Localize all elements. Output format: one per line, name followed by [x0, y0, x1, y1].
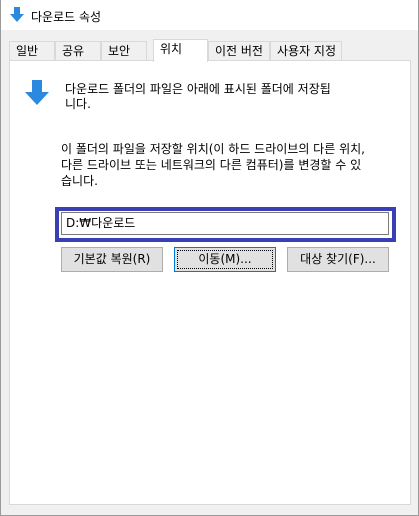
location-panel [9, 60, 411, 505]
download-arrow-icon [25, 80, 49, 105]
tab-sharing[interactable]: 공유 [55, 41, 101, 61]
tab-general[interactable]: 일반 [9, 41, 55, 61]
location-description: 다운로드 폴더의 파일은 아래에 표시된 폴더에 저장됩 니다. [65, 82, 365, 112]
change-text-line: 습니다. [61, 174, 98, 188]
tab-location[interactable]: 위치 [153, 39, 208, 62]
tab-previous-versions[interactable]: 이전 버전 [208, 41, 270, 61]
title-bar[interactable]: 다운로드 속성 [1, 0, 418, 30]
description-line: 니다. [65, 97, 91, 111]
folder-path-input[interactable]: D:₩다운로드 [61, 212, 389, 235]
restore-default-button[interactable]: 기본값 복원(R) [61, 247, 163, 272]
move-button[interactable]: 이동(M)... [174, 247, 276, 272]
properties-window: 다운로드 속성 일반 공유 보안 위치 이전 버전 사용자 지정 다운로드 폴더… [0, 0, 419, 516]
find-target-button[interactable]: 대상 찾기(F)... [287, 247, 389, 272]
description-line: 다운로드 폴더의 파일은 아래에 표시된 폴더에 저장됩 [65, 82, 331, 96]
tab-strip: 일반 공유 보안 위치 이전 버전 사용자 지정 [9, 39, 409, 62]
tab-security[interactable]: 보안 [101, 41, 147, 61]
change-location-text: 이 폴더의 파일을 저장할 위치(이 하드 드라이브의 다른 위치, 다른 드라… [61, 141, 401, 189]
tab-customize[interactable]: 사용자 지정 [270, 41, 342, 61]
window-title: 다운로드 속성 [31, 10, 102, 24]
change-text-line: 다른 드라이브 또는 네트워크의 다른 컴퓨터)를 변경할 수 있 [61, 158, 362, 172]
change-text-line: 이 폴더의 파일을 저장할 위치(이 하드 드라이브의 다른 위치, [61, 142, 365, 156]
download-arrow-icon [10, 7, 24, 22]
